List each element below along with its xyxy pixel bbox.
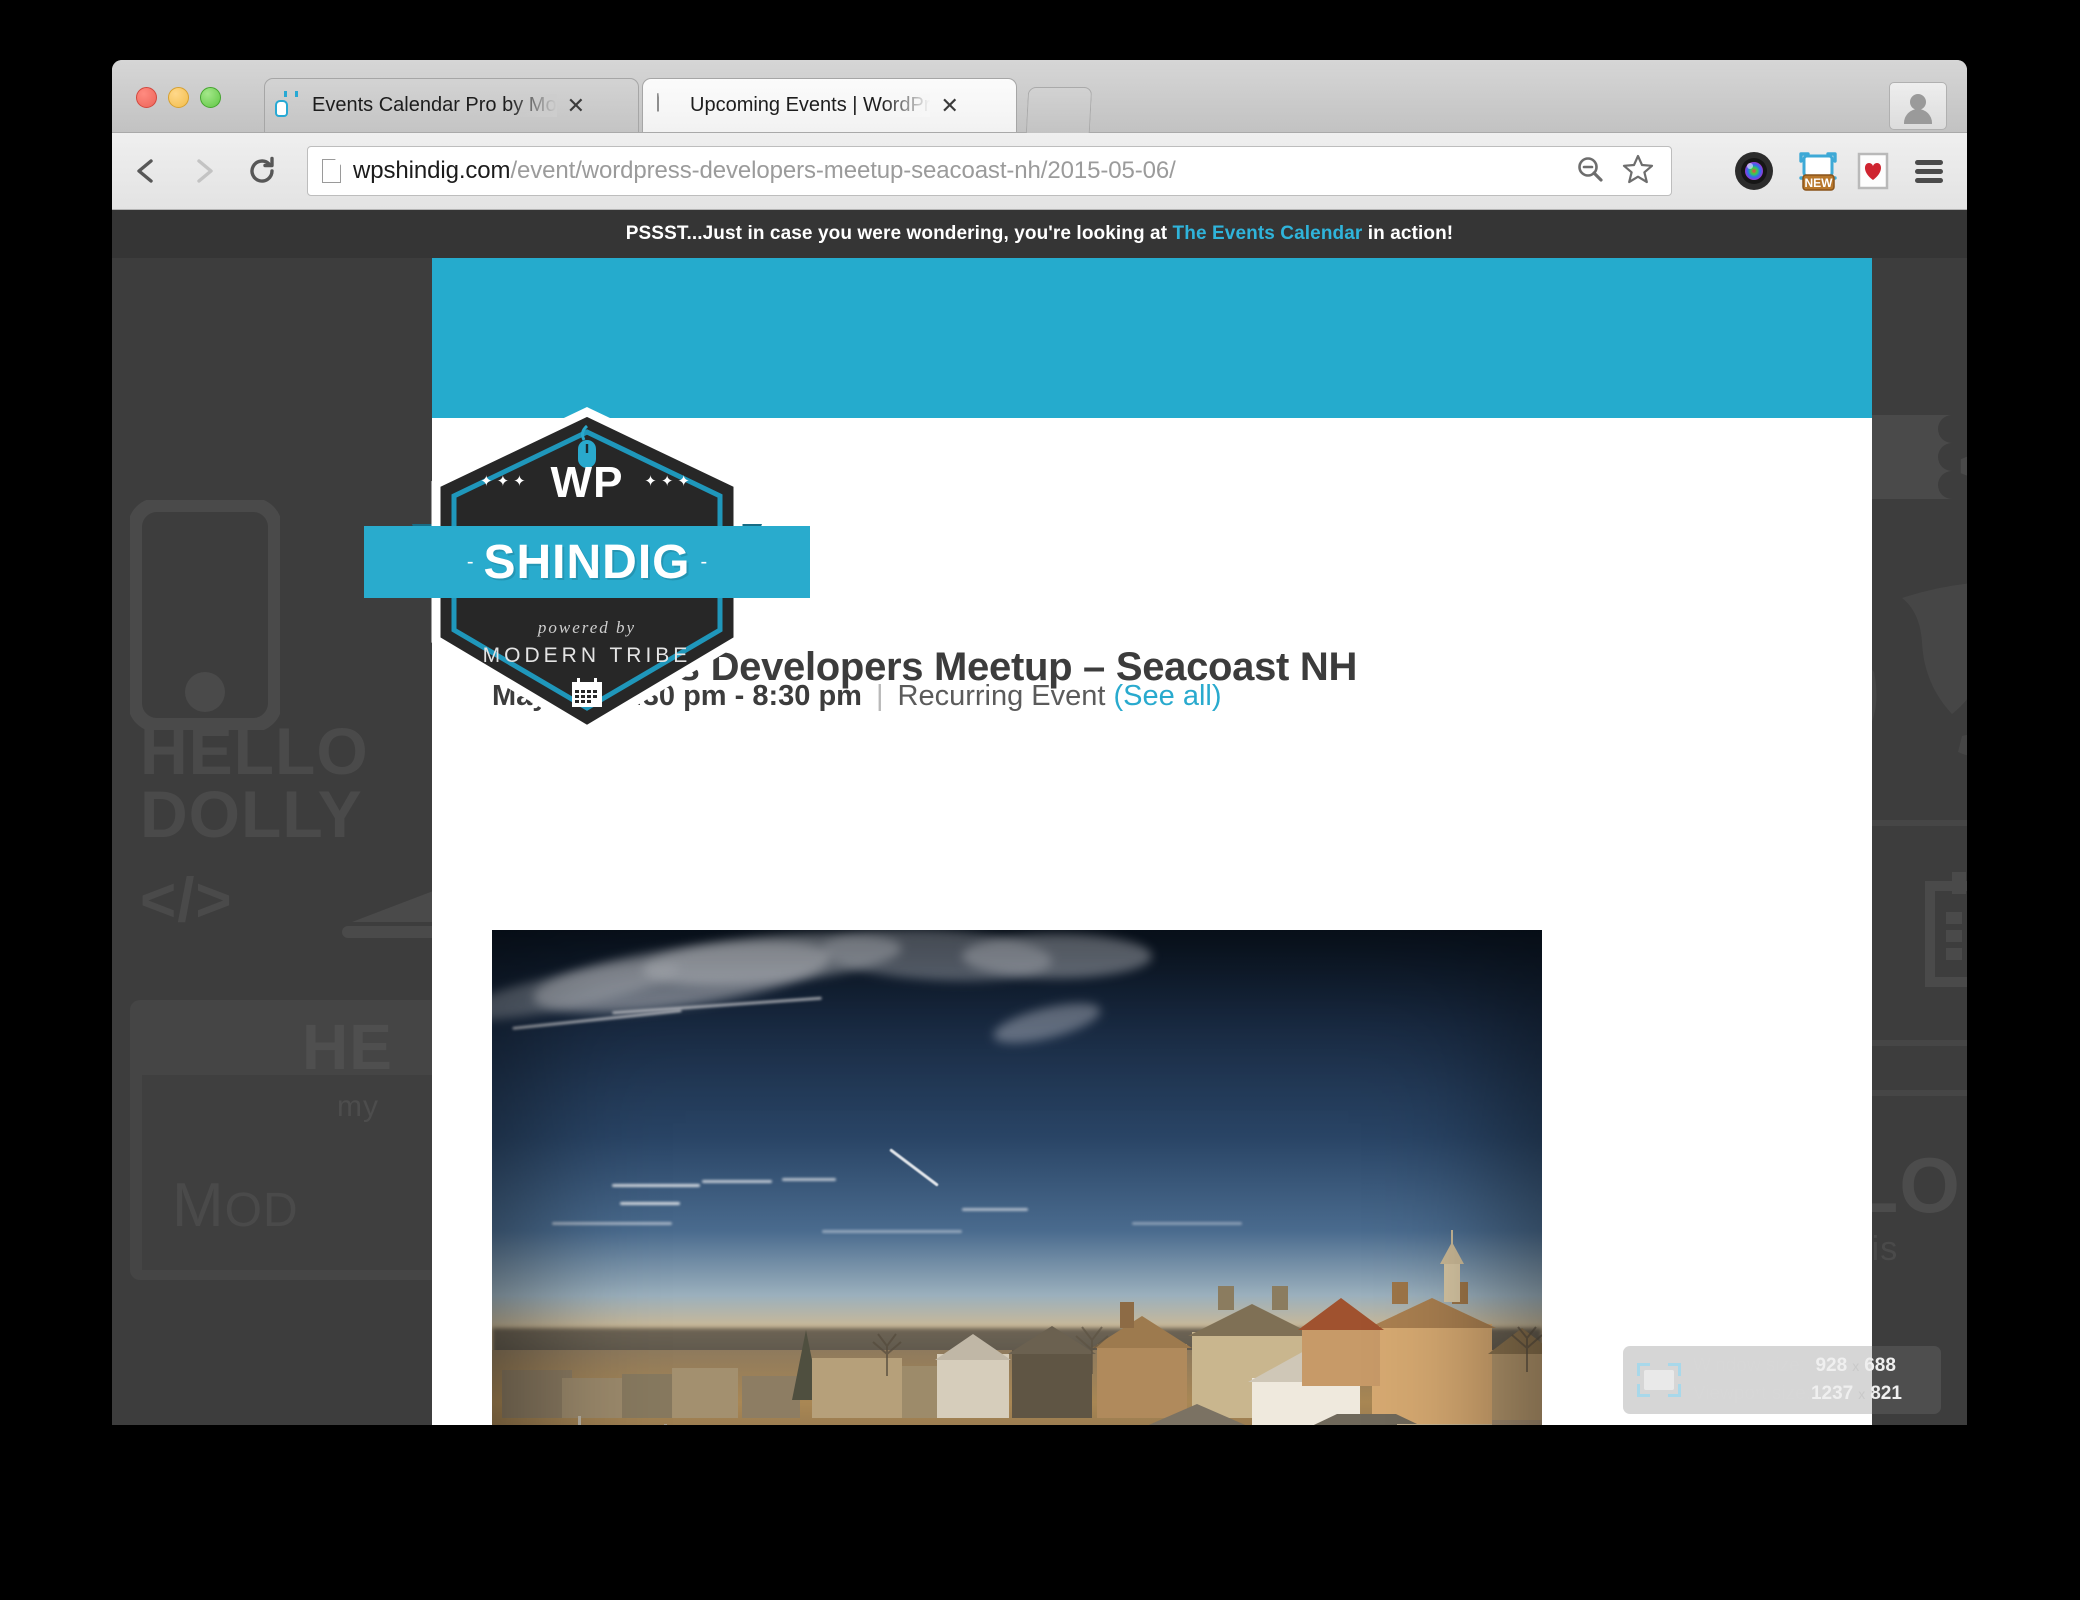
hamburger-menu-icon[interactable] xyxy=(1909,150,1951,192)
recurring-event-label: Recurring Event xyxy=(897,680,1106,712)
window-size-label: Window size: xyxy=(1693,1355,1805,1377)
page-viewport: HELLODOLLY </> HE my MOD </ xyxy=(112,210,1967,1425)
new-tab-button[interactable] xyxy=(1025,87,1093,133)
viewport-size-height: 821 xyxy=(1870,1383,1902,1404)
zoom-out-icon[interactable] xyxy=(1573,152,1607,191)
viewport-size-label: Viewport size: xyxy=(1693,1383,1811,1404)
promo-suffix: in action! xyxy=(1362,223,1454,244)
viewport-size-width: 1237 xyxy=(1810,1383,1854,1404)
phone-icon xyxy=(130,500,280,730)
camera-lens-icon[interactable] xyxy=(1733,150,1775,192)
url-path: /event/wordpress-developers-meetup-seaco… xyxy=(510,157,1176,184)
site-logo[interactable]: WP ✦✦✦ ✦✦✦ - SHINDIG - powered by MODERN… xyxy=(364,406,810,736)
star-icon[interactable] xyxy=(1621,152,1655,191)
ribbon-dash-right: - xyxy=(700,550,708,573)
times-symbol: x xyxy=(1852,1358,1860,1375)
tab-title: Events Calendar Pro by Mo xyxy=(312,94,557,117)
tab-title: Upcoming Events | WordPr xyxy=(690,94,931,117)
page-icon xyxy=(657,92,681,118)
logo-wp-text: WP xyxy=(550,458,624,507)
nametag-hello: HE xyxy=(302,1011,393,1083)
window-minimize-button[interactable] xyxy=(168,87,189,108)
see-all-link[interactable]: (See all) xyxy=(1114,680,1222,712)
back-arrow-icon[interactable] xyxy=(122,147,170,195)
calendar-icon xyxy=(572,678,602,707)
url-host: wpshindig.com xyxy=(353,157,511,184)
window-size-height: 688 xyxy=(1864,1355,1896,1377)
browser-tab-upcoming-events[interactable]: Upcoming Events | WordPr ✕ xyxy=(642,78,1017,132)
hello-dolly-watermark: HELLO DOLLY xyxy=(140,714,369,852)
screen-icon xyxy=(1637,1363,1681,1397)
avatar xyxy=(1910,94,1926,110)
meta-separator: | xyxy=(875,680,884,712)
calendar-mouse-icon xyxy=(275,90,303,118)
browser-toolbar: wpshindig.com/event/wordpress-developers… xyxy=(112,133,1967,210)
forward-arrow-icon[interactable] xyxy=(180,147,228,195)
ribbon-dash-left: - xyxy=(466,550,474,573)
logo-powered-by: powered by xyxy=(537,618,637,637)
profile-avatar-button[interactable] xyxy=(1889,82,1947,130)
promo-prefix: PSSST...Just in case you were wondering,… xyxy=(625,223,1173,244)
url-text: wpshindig.com/event/wordpress-developers… xyxy=(353,157,1176,185)
window-size-width: 928 xyxy=(1815,1355,1848,1377)
tab-close-icon[interactable]: ✕ xyxy=(940,94,958,117)
logo-shindig-text: SHINDIG xyxy=(483,535,691,589)
promo-banner: PSSST...Just in case you were wondering,… xyxy=(112,210,1967,258)
code-watermark-right: </ xyxy=(1957,415,1967,518)
stars-right-icon: ✦✦✦ xyxy=(644,473,694,490)
svg-text:NEW: NEW xyxy=(1805,176,1834,190)
page-info-icon[interactable] xyxy=(322,159,341,183)
tab-strip: Events Calendar Pro by Mo ✕ Upcoming Eve… xyxy=(112,60,1967,133)
window-size-overlay: Window size: 928 x 688 Viewport size:1237 x… xyxy=(1623,1346,1941,1414)
brand-watermark-left: MOD xyxy=(172,1171,299,1240)
reload-icon[interactable] xyxy=(238,147,286,195)
browser-tab-events-calendar-pro[interactable]: Events Calendar Pro by Mo ✕ xyxy=(264,78,639,132)
address-bar[interactable]: wpshindig.com/event/wordpress-developers… xyxy=(307,146,1672,196)
the-events-calendar-link[interactable]: The Events Calendar xyxy=(1173,223,1363,244)
code-watermark: </> xyxy=(140,866,233,935)
stars-left-icon: ✦✦✦ xyxy=(480,473,530,490)
times-symbol: x xyxy=(1858,1386,1866,1402)
event-featured-image xyxy=(492,930,1542,1425)
avatar-body xyxy=(1904,109,1932,124)
heart-frame-icon[interactable] xyxy=(1853,150,1895,192)
site-header-bar xyxy=(432,258,1872,418)
nametag-sub: my xyxy=(337,1090,379,1123)
window-maximize-button[interactable] xyxy=(200,87,221,108)
promo-text: PSSST...Just in case you were wondering,… xyxy=(626,223,1453,245)
logo-brand: MODERN TRIBE xyxy=(482,644,692,667)
tab-close-icon[interactable]: ✕ xyxy=(567,94,585,117)
calendar-icon xyxy=(1925,872,1967,987)
window-close-button[interactable] xyxy=(136,87,157,108)
browser-window: Events Calendar Pro by Mo ✕ Upcoming Eve… xyxy=(112,60,1967,1425)
new-badge-icon[interactable]: NEW xyxy=(1795,150,1837,192)
